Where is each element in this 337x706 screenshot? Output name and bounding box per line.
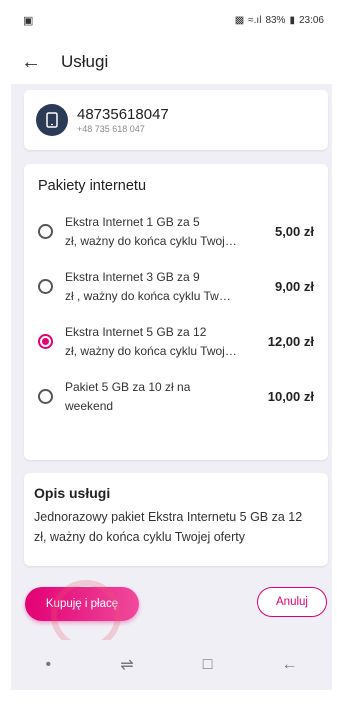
package-validity: zł, ważny do końca cyklu Twojej oferty: [65, 343, 237, 358]
gallery-notification-icon: ▣: [23, 14, 34, 27]
package-name: Ekstra Internet 1 GB za 5: [65, 214, 200, 229]
packages-card: Pakiety internetu Ekstra Internet 1 GB z…: [24, 164, 328, 460]
app-bar: ← Usługi: [11, 40, 332, 84]
radio-button[interactable]: [38, 224, 53, 239]
package-option[interactable]: Ekstra Internet 1 GB za 5 zł, ważny do k…: [38, 204, 314, 259]
battery-icon: ▮: [289, 14, 295, 26]
package-option-selected[interactable]: Ekstra Internet 5 GB za 12 zł, ważny do …: [38, 314, 314, 369]
recent-apps-icon[interactable]: ⇌: [120, 655, 133, 675]
page-title: Usługi: [61, 52, 109, 71]
package-validity: zł , ważny do końca cyklu Twojej oferty: [65, 288, 237, 303]
package-name: Ekstra Internet 3 GB za 9: [65, 269, 200, 284]
package-option[interactable]: Ekstra Internet 3 GB za 9 zł , ważny do …: [38, 259, 314, 314]
sim-icon: ▩: [234, 14, 245, 26]
phone-number: 48735618047: [77, 106, 169, 123]
radio-button[interactable]: [38, 389, 53, 404]
package-name: Ekstra Internet 5 GB za 12: [65, 324, 207, 339]
package-option[interactable]: Pakiet 5 GB za 10 zł na weekend 10,00 zł: [38, 369, 314, 424]
description-text: Jednorazowy pakiet Ekstra Internetu 5 GB…: [34, 510, 303, 544]
package-price: 5,00 zł: [274, 224, 314, 239]
clock: 23:06: [298, 14, 324, 26]
package-validity: zł, ważny do końca cyklu Twojej oferty: [65, 233, 237, 248]
radio-button[interactable]: [38, 279, 53, 294]
description-title: Opis usługi: [34, 485, 111, 501]
nav-back-icon[interactable]: ←: [281, 656, 297, 674]
system-nav-bar: • ⇌ □ ←: [11, 640, 332, 690]
radio-button-selected[interactable]: [38, 334, 53, 349]
package-price: 10,00 zł: [267, 389, 314, 404]
package-list: Ekstra Internet 1 GB za 5 zł, ważny do k…: [38, 204, 314, 424]
package-name: Pakiet 5 GB za 10 zł na: [65, 379, 191, 394]
app-screen: ▣ ▩ ≈.ıl 83% ▮ 23:06 ← Usługi 4873561804…: [11, 0, 332, 690]
status-bar: ▣ ▩ ≈.ıl 83% ▮ 23:06: [11, 0, 332, 40]
home-icon[interactable]: □: [203, 656, 213, 674]
cancel-button[interactable]: Anuluj: [257, 587, 327, 617]
service-description-card: Opis usługi Jednorazowy pakiet Ekstra In…: [24, 473, 328, 566]
phone-number-formatted: +48 735 618 047: [77, 124, 145, 134]
phone-number-card: 48735618047 +48 735 618 047: [24, 90, 328, 150]
wifi-signal-icon: ≈.ıl: [248, 14, 262, 26]
arrow-back-icon[interactable]: ←: [21, 51, 51, 74]
package-validity: weekend: [65, 398, 114, 413]
action-bar: Kupuję i płacę Anuluj: [11, 580, 332, 650]
package-price: 12,00 zł: [267, 334, 314, 349]
battery-percent: 83%: [265, 14, 286, 26]
package-price: 9,00 zł: [274, 279, 314, 294]
nav-dot-icon[interactable]: •: [46, 656, 52, 674]
packages-title: Pakiety internetu: [38, 178, 147, 194]
phone-icon: [36, 104, 68, 136]
